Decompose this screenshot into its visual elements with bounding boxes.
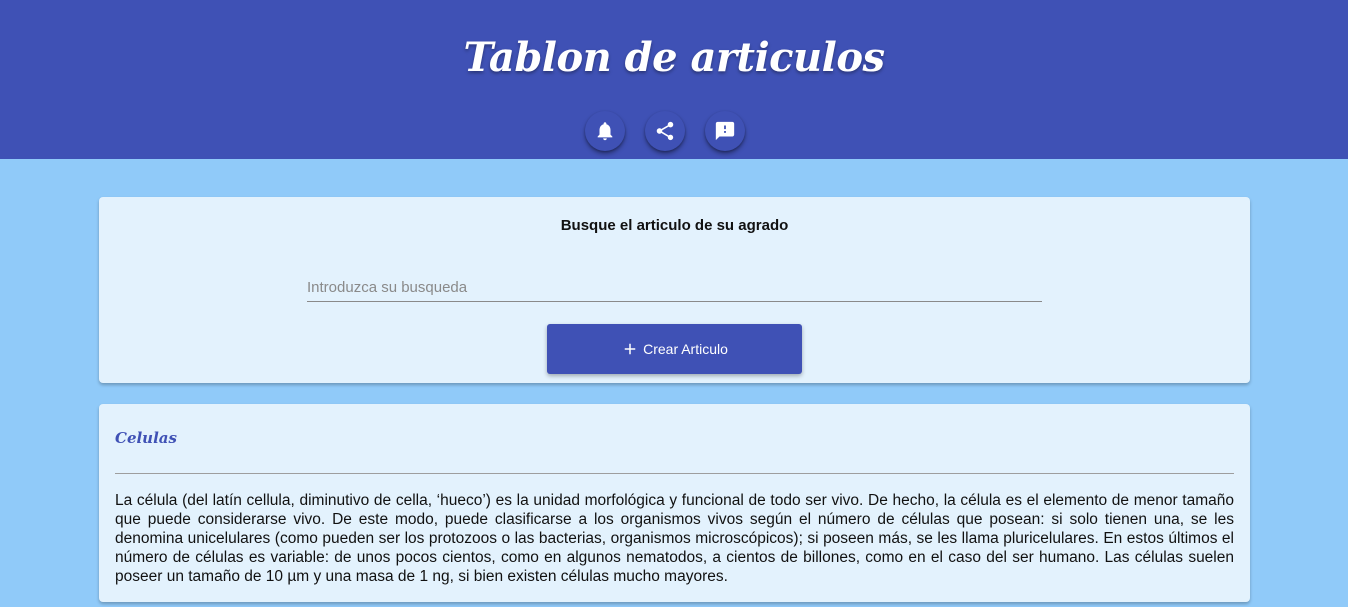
create-article-label: Crear Articulo	[643, 341, 728, 357]
app-header: Tablon de articulos	[0, 0, 1348, 159]
notifications-button[interactable]	[585, 111, 625, 151]
feedback-button[interactable]	[705, 111, 745, 151]
plus-icon	[624, 343, 636, 355]
article-title: Celulas	[115, 429, 177, 447]
create-article-button[interactable]: Crear Articulo	[547, 324, 802, 374]
article-divider	[115, 473, 1234, 474]
search-card-title: Busque el articulo de su agrado	[560, 217, 789, 234]
feedback-icon	[715, 121, 735, 141]
search-input[interactable]	[307, 273, 1042, 302]
article-card: Celulas La célula (del latín cellula, di…	[99, 404, 1250, 602]
page-title: Tablon de articulos	[463, 34, 885, 81]
bell-icon	[597, 122, 613, 141]
share-button[interactable]	[645, 111, 685, 151]
search-card: Busque el articulo de su agrado Crear Ar…	[99, 197, 1250, 383]
share-icon	[656, 121, 674, 141]
article-body: La célula (del latín cellula, diminutivo…	[115, 492, 1234, 585]
